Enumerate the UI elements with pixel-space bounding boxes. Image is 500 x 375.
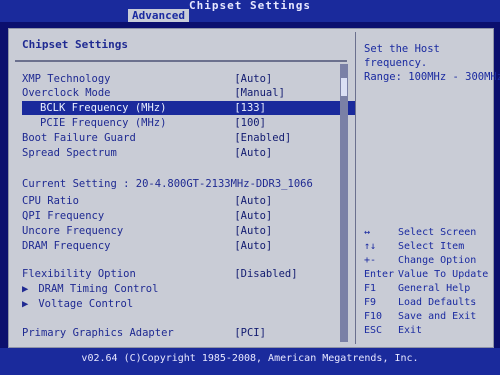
row-voltage-control[interactable]: ▶ Voltage Control [22,297,133,311]
key-row: ↑↓ Select Item [364,240,488,254]
key-row: F1 General Help [364,282,488,296]
row-dram-timing-control[interactable]: ▶ DRAM Timing Control [22,282,158,296]
row-xmp-technology[interactable]: XMP Technology [Auto] [22,72,272,86]
tab-advanced[interactable]: Advanced [128,9,189,22]
help-line: frequency. [364,57,428,69]
key: +- [364,255,377,266]
value[interactable]: [Auto] [234,209,272,223]
label: DRAM Frequency [22,240,111,252]
help-description: Set the Host frequency. Range: 100MHz - … [364,42,500,84]
key-desc: Value To Update [398,269,489,280]
key-legend: ↔ Select Screen ↑↓ Select Item +- Change Op… [364,226,488,338]
value[interactable]: [Auto] [234,194,272,208]
row-cpu-ratio[interactable]: CPU Ratio [Auto] [22,194,272,208]
current-setting-text: Current Setting : 20-4.800GT-2133MHz-DDR… [22,178,313,190]
key: ↔ [364,227,371,238]
key: ↑↓ [364,241,377,252]
row-spread-spectrum[interactable]: Spread Spectrum [Auto] [22,146,272,160]
key-row: ESC Exit [364,324,488,338]
copyright-text: v02.64 (C)Copyright 1985-2008, American … [81,353,419,364]
label: PCIE Frequency (MHz) [40,117,167,129]
window-title: Chipset Settings [189,0,311,12]
row-flexibility-option[interactable]: Flexibility Option [Disabled] [22,267,298,281]
key-row: F10 Save and Exit [364,310,488,324]
row-pcie-frequency[interactable]: PCIE Frequency (MHz) [100] [22,116,266,130]
key: ESC [364,325,383,336]
label: XMP Technology [22,73,111,85]
key-row: Enter Value To Update [364,268,488,282]
label: CPU Ratio [22,195,79,207]
key-desc: Load Defaults [398,297,477,308]
label: BCLK Frequency (MHz) [40,102,167,114]
label: QPI Frequency [22,210,105,222]
value[interactable]: [Enabled] [234,131,291,145]
row-dram-frequency[interactable]: DRAM Frequency [Auto] [22,239,272,253]
key: F9 [364,297,377,308]
key-row: F9 Load Defaults [364,296,488,310]
label: Flexibility Option [22,268,136,280]
key-desc: Select Screen [398,227,477,238]
value[interactable]: [PCI] [234,326,266,340]
value[interactable]: [100] [234,116,266,130]
key: Enter [364,269,395,280]
value[interactable]: [Auto] [234,146,272,160]
label: Uncore Frequency [22,225,124,237]
value[interactable]: [Disabled] [234,267,297,281]
footer-bar: v02.64 (C)Copyright 1985-2008, American … [0,348,500,375]
bios-screen: Chipset Settings Advanced Chipset Settin… [0,0,500,375]
key-row: ↔ Select Screen [364,226,488,240]
label: Primary Graphics Adapter [22,327,174,339]
value[interactable]: [Auto] [234,239,272,253]
key-desc: Select Item [398,241,465,252]
key: F1 [364,283,377,294]
label: Spread Spectrum [22,147,117,159]
row-bclk-frequency[interactable]: BCLK Frequency (MHz) [133] [22,101,360,115]
settings-panel: Chipset Settings XMP Technology [Auto] O… [12,32,360,344]
key-desc: Exit [398,325,423,336]
key-desc: Change Option [398,255,477,266]
key-desc: General Help [398,283,471,294]
panel-header: Chipset Settings [22,38,128,51]
scrollbar[interactable] [340,64,348,342]
value[interactable]: [Manual] [234,86,285,100]
row-qpi-frequency[interactable]: QPI Frequency [Auto] [22,209,272,223]
submenu-arrow-icon: ▶ [22,298,29,310]
main-panel: Chipset Settings XMP Technology [Auto] O… [8,28,500,348]
label: DRAM Timing Control [38,283,159,295]
key-row: +- Change Option [364,254,488,268]
row-boot-failure-guard[interactable]: Boot Failure Guard [Enabled] [22,131,291,145]
value[interactable]: [Auto] [234,72,272,86]
value[interactable]: [133] [234,101,266,115]
label: Boot Failure Guard [22,132,136,144]
key-desc: Save and Exit [398,311,477,322]
help-line: Range: 100MHz - 300MHz [364,71,500,83]
value[interactable]: [Auto] [234,224,272,238]
scrollbar-thumb[interactable] [341,78,347,96]
row-overclock-mode[interactable]: Overclock Mode [Manual] [22,86,285,100]
submenu-arrow-icon: ▶ [22,283,29,295]
help-line: Set the Host [364,43,440,55]
key: F10 [364,311,383,322]
row-primary-graphics-adapter[interactable]: Primary Graphics Adapter [PCI] [22,326,266,340]
row-uncore-frequency[interactable]: Uncore Frequency [Auto] [22,224,272,238]
help-panel: Set the Host frequency. Range: 100MHz - … [355,32,500,344]
label: Overclock Mode [22,87,111,99]
header-divider [15,60,347,62]
label: Voltage Control [38,298,134,310]
